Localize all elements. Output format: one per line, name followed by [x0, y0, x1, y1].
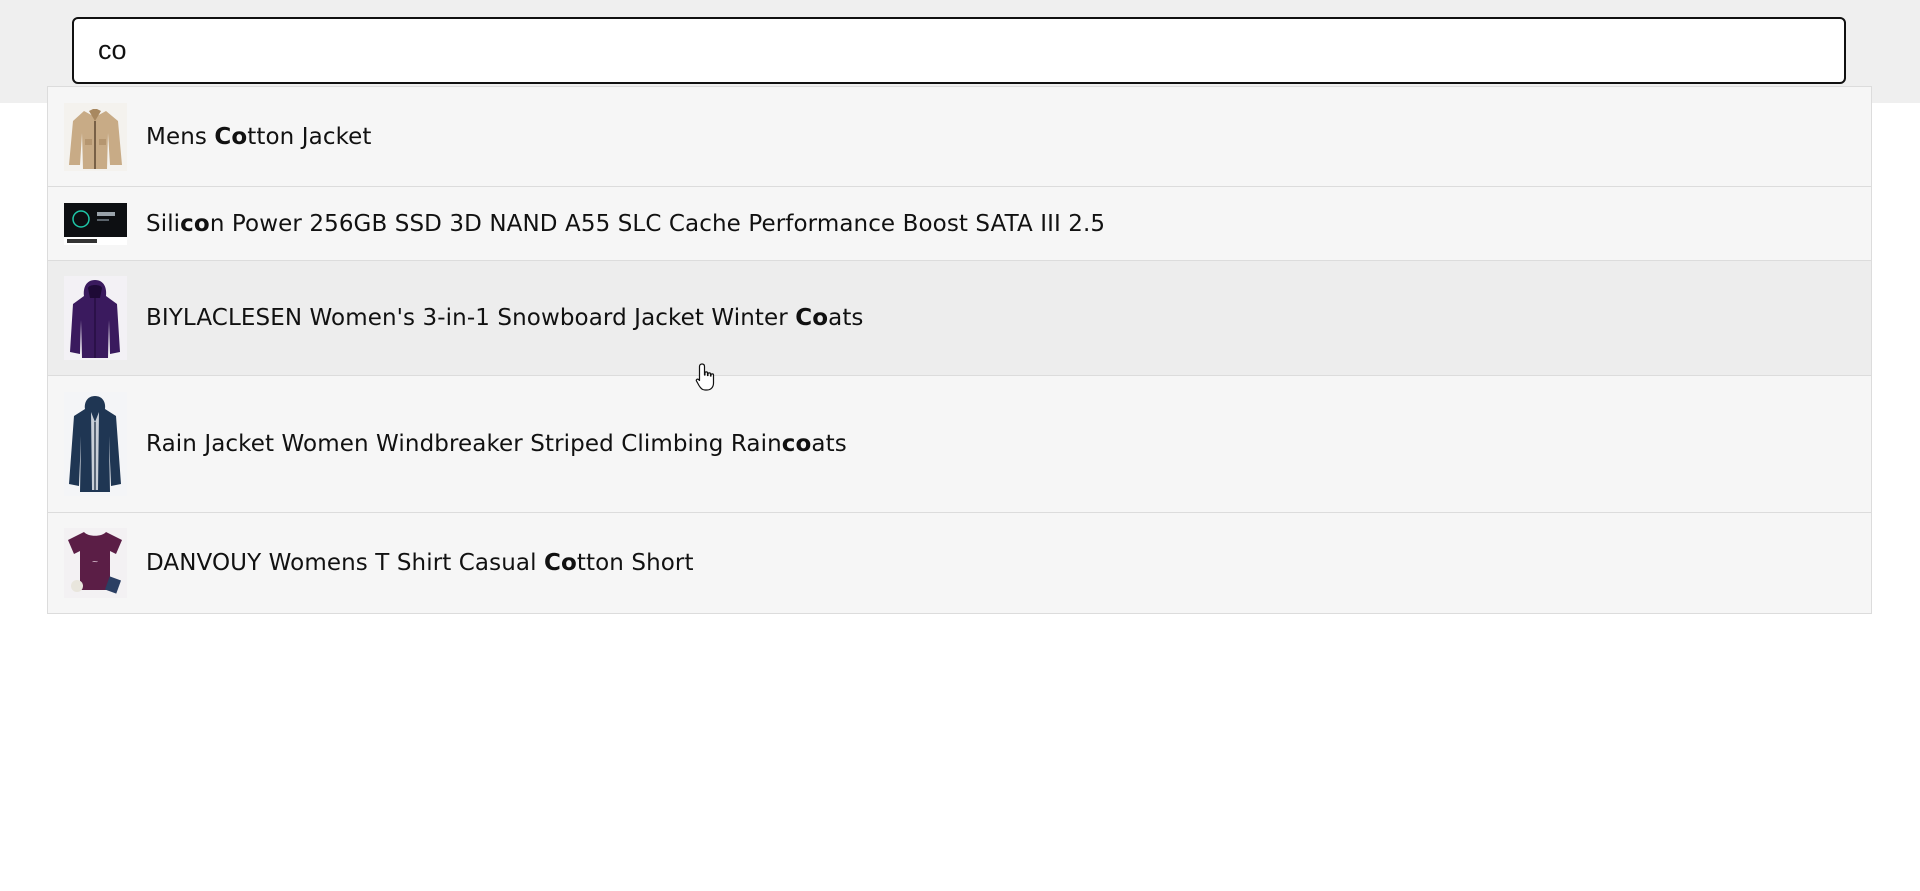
suggestion-item-biylaclesen-coats[interactable]: BIYLACLESEN Women's 3-in-1 Snowboard Jac… — [48, 261, 1871, 376]
autocomplete-dropdown: Mens Cotton Jacket Silicon Power 256GB S… — [47, 86, 1872, 614]
suggestion-label: Mens Cotton Jacket — [146, 123, 372, 150]
search-box[interactable] — [72, 17, 1846, 84]
product-thumbnail-icon — [64, 102, 127, 171]
product-thumbnail-icon — [64, 392, 127, 496]
svg-text:~: ~ — [92, 557, 99, 566]
suggestion-item-mens-cotton-jacket[interactable]: Mens Cotton Jacket — [48, 87, 1871, 187]
product-thumbnail-icon — [64, 276, 127, 360]
suggestion-label: Rain Jacket Women Windbreaker Striped Cl… — [146, 431, 847, 457]
match-highlight: co — [781, 431, 812, 457]
suggestion-label: Silicon Power 256GB SSD 3D NAND A55 SLC … — [146, 210, 1106, 237]
match-highlight: Co — [795, 305, 829, 331]
match-highlight: Co — [544, 550, 577, 576]
product-thumbnail-icon: ~ — [64, 528, 127, 598]
suggestion-item-danvouy-tshirt[interactable]: ~ DANVOUY Womens T Shirt Casual Cotton S… — [48, 513, 1871, 613]
suggestion-label: DANVOUY Womens T Shirt Casual Cotton Sho… — [146, 550, 694, 576]
match-highlight: Co — [214, 123, 248, 150]
product-thumbnail-icon — [64, 202, 127, 245]
search-input[interactable] — [98, 35, 1844, 66]
match-highlight: co — [180, 210, 210, 237]
suggestion-label: BIYLACLESEN Women's 3-in-1 Snowboard Jac… — [146, 305, 864, 331]
suggestion-item-rain-jacket-raincoats[interactable]: Rain Jacket Women Windbreaker Striped Cl… — [48, 376, 1871, 513]
suggestion-item-silicon-power-ssd[interactable]: Silicon Power 256GB SSD 3D NAND A55 SLC … — [48, 187, 1871, 261]
